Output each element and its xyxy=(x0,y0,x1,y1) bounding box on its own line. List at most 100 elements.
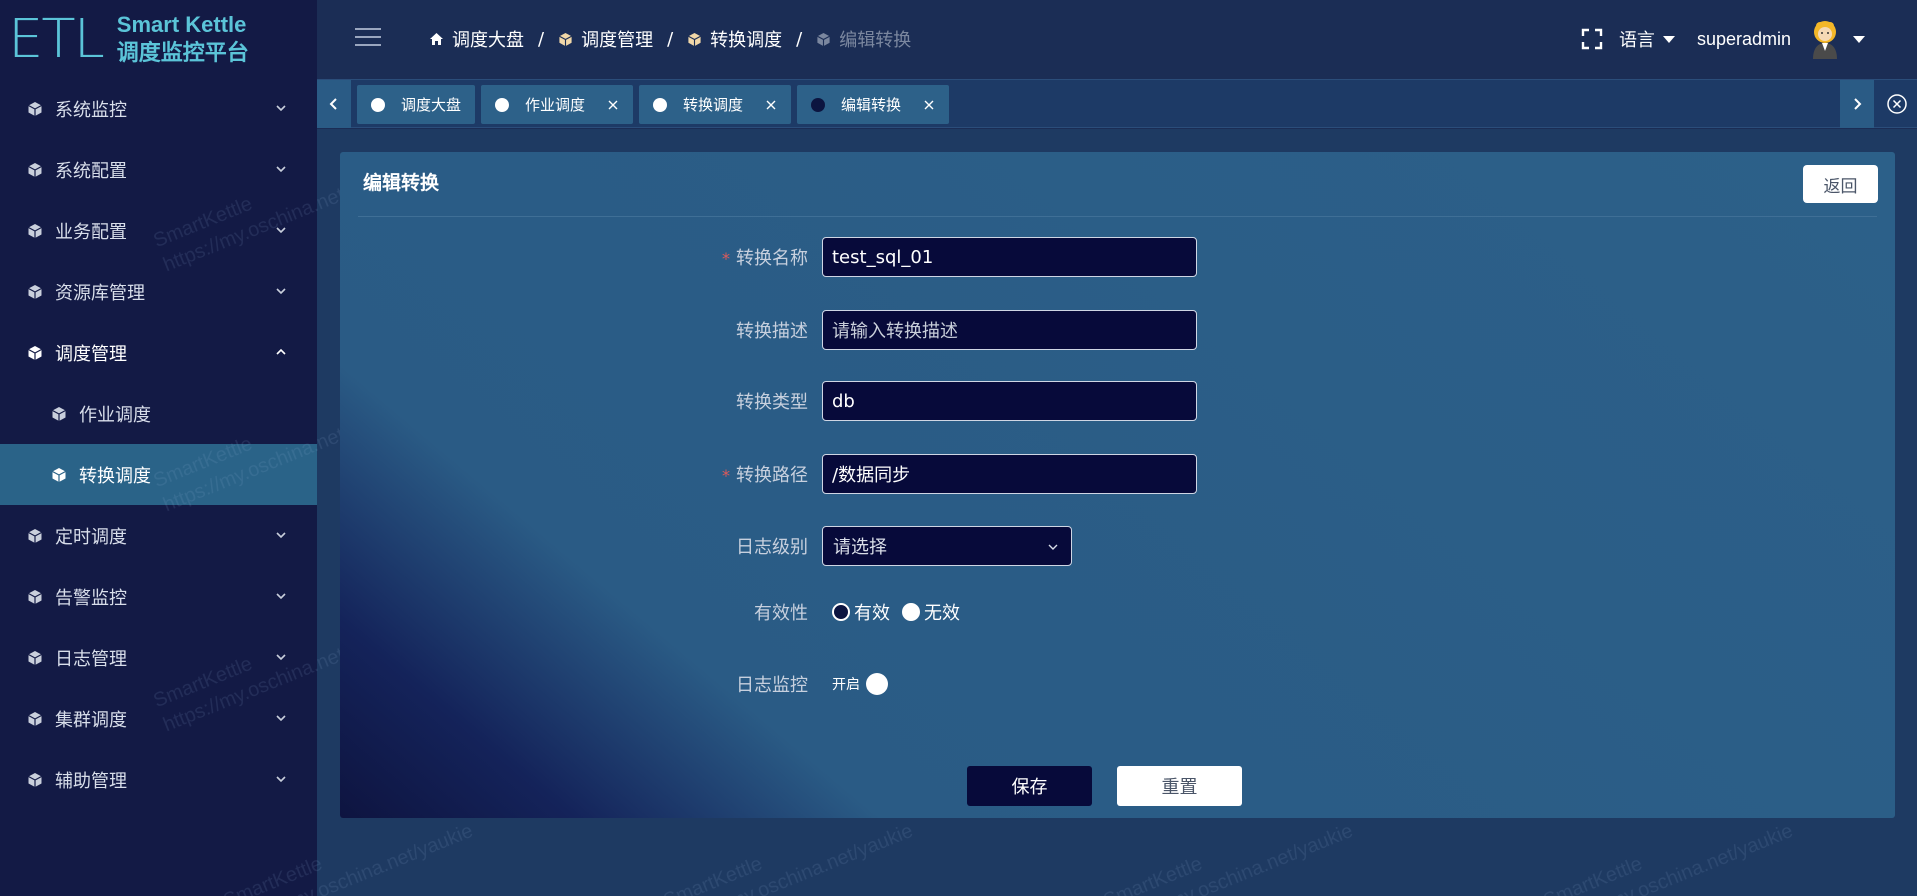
cube-icon xyxy=(52,406,66,421)
username[interactable]: superadmin xyxy=(1697,29,1791,50)
chevron-down-icon xyxy=(276,715,286,722)
caret-down-icon[interactable] xyxy=(1853,35,1865,43)
switch-label: 开启 xyxy=(832,677,860,693)
chevron-up-icon xyxy=(276,348,286,355)
cube-icon xyxy=(28,650,42,665)
tab-dashboard[interactable]: 调度大盘 xyxy=(357,85,476,124)
sidebar-item-repository[interactable]: 资源库管理 xyxy=(0,261,317,322)
transform-name-input[interactable]: test_sql_01 xyxy=(822,237,1197,277)
reset-button[interactable]: 重置 xyxy=(1117,766,1242,806)
transform-type-input[interactable]: db xyxy=(822,381,1197,421)
language-dropdown[interactable]: 语言 xyxy=(1619,26,1675,52)
radio-checked-icon xyxy=(832,603,850,621)
sidebar-item-log-management[interactable]: 日志管理 xyxy=(0,627,317,688)
form-label: 有效性 xyxy=(754,603,808,624)
form-row-type: 转换类型 db xyxy=(340,381,1197,421)
breadcrumb-item[interactable]: 转换调度 xyxy=(687,26,782,52)
save-button[interactable]: 保存 xyxy=(967,766,1092,806)
tabs-bar: 调度大盘 作业调度 转换调度 编辑转换 xyxy=(317,79,1917,128)
cube-icon xyxy=(817,32,831,46)
log-level-select[interactable]: 请选择 xyxy=(822,526,1072,566)
breadcrumb-label: 调度管理 xyxy=(581,30,654,51)
breadcrumb-label: 编辑转换 xyxy=(839,30,912,51)
chevron-down-icon xyxy=(276,593,286,600)
tab-label: 调度大盘 xyxy=(401,96,462,114)
close-icon[interactable] xyxy=(765,99,777,111)
top-header: 调度大盘 / 调度管理 / 转换调度 / 编辑转换 语言 superadmin xyxy=(317,0,1917,78)
transform-desc-input[interactable]: 请输入转换描述 xyxy=(822,310,1197,350)
sidebar-item-label: 调度管理 xyxy=(55,343,127,365)
sidebar-item-label: 告警监控 xyxy=(55,587,127,609)
cube-icon xyxy=(28,711,42,726)
chevron-down-icon xyxy=(1048,544,1058,550)
radio-valid[interactable]: 有效 xyxy=(832,599,890,625)
sidebar-item-cluster-schedule[interactable]: 集群调度 xyxy=(0,688,317,749)
sidebar-item-system-monitor[interactable]: 系统监控 xyxy=(0,78,317,139)
sidebar-item-alert-monitor[interactable]: 告警监控 xyxy=(0,566,317,627)
sidebar-item-label: 定时调度 xyxy=(55,526,127,548)
tab-scroll-left-button[interactable] xyxy=(317,80,351,128)
header-actions: 语言 superadmin xyxy=(1581,0,1865,78)
close-icon[interactable] xyxy=(923,99,935,111)
home-icon xyxy=(430,33,443,45)
sidebar: ETL Smart Kettle 调度监控平台 系统监控 系统配置 业务配置 资… xyxy=(0,0,317,896)
sidebar-item-label: 辅助管理 xyxy=(55,770,127,792)
breadcrumb-label: 转换调度 xyxy=(710,30,783,51)
fullscreen-icon[interactable] xyxy=(1581,28,1603,50)
transform-path-input[interactable]: /数据同步 xyxy=(822,454,1197,494)
breadcrumb-item[interactable]: 调度管理 xyxy=(558,26,653,52)
cube-icon xyxy=(28,772,42,787)
form-label: 日志级别 xyxy=(736,537,808,558)
cube-icon xyxy=(28,284,42,299)
sidebar-subitem-job-schedule[interactable]: 作业调度 xyxy=(0,383,317,444)
cube-icon xyxy=(28,528,42,543)
chevron-down-icon xyxy=(276,166,286,173)
chevron-down-icon xyxy=(276,288,286,295)
validity-radio-group: 有效 无效 xyxy=(822,599,972,625)
form-row-validity: 有效性 有效 无效 xyxy=(340,599,972,625)
close-icon[interactable] xyxy=(607,99,619,111)
sidebar-item-label: 业务配置 xyxy=(55,221,127,243)
cube-icon xyxy=(52,467,66,482)
tab-dot-icon xyxy=(811,97,826,112)
hamburger-menu-icon[interactable] xyxy=(355,28,381,48)
tab-transform-schedule[interactable]: 转换调度 xyxy=(639,85,792,124)
log-monitor-switch[interactable]: 开启 xyxy=(822,673,888,695)
sidebar-item-auxiliary[interactable]: 辅助管理 xyxy=(0,749,317,810)
sidebar-item-business-config[interactable]: 业务配置 xyxy=(0,200,317,261)
form-label: 转换描述 xyxy=(736,321,808,342)
back-button[interactable]: 返回 xyxy=(1803,165,1878,203)
avatar[interactable] xyxy=(1807,19,1843,59)
breadcrumb-item[interactable]: 调度大盘 xyxy=(429,26,524,52)
logo-mark: ETL xyxy=(8,8,105,71)
sidebar-item-label: 集群调度 xyxy=(55,709,127,731)
logo-title-en: Smart Kettle xyxy=(116,12,247,37)
radio-invalid[interactable]: 无效 xyxy=(902,599,960,625)
tab-scroll-right-button[interactable] xyxy=(1840,80,1874,128)
cube-icon xyxy=(688,32,702,46)
form-label: * 转换路径 xyxy=(722,465,808,486)
tab-label: 作业调度 xyxy=(525,96,586,114)
required-mark: * xyxy=(722,249,730,268)
tabs: 调度大盘 作业调度 转换调度 编辑转换 xyxy=(357,85,955,124)
sidebar-item-timed-schedule[interactable]: 定时调度 xyxy=(0,505,317,566)
tab-dot-icon xyxy=(495,97,510,112)
app-logo[interactable]: ETL Smart Kettle 调度监控平台 xyxy=(8,8,249,72)
chevron-down-icon xyxy=(276,654,286,661)
form-label: * 转换名称 xyxy=(722,248,808,269)
tab-dot-icon xyxy=(653,97,668,112)
sidebar-item-schedule-management[interactable]: 调度管理 xyxy=(0,322,317,383)
close-all-tabs-icon[interactable] xyxy=(1886,93,1908,115)
sidebar-menu: 系统监控 系统配置 业务配置 资源库管理 调度管理 作业调度 转换调度 定时调度… xyxy=(0,78,317,810)
sidebar-item-system-config[interactable]: 系统配置 xyxy=(0,139,317,200)
logo-title-cn: 调度监控平台 xyxy=(116,41,249,66)
sidebar-subitem-transform-schedule[interactable]: 转换调度 xyxy=(0,444,317,505)
breadcrumb-current: 编辑转换 xyxy=(816,26,911,52)
form-row-name: * 转换名称 test_sql_01 xyxy=(340,237,1197,277)
tab-job-schedule[interactable]: 作业调度 xyxy=(481,85,634,124)
breadcrumb-separator: / xyxy=(667,28,674,50)
tab-edit-transform[interactable]: 编辑转换 xyxy=(797,85,950,124)
language-label: 语言 xyxy=(1618,30,1655,51)
breadcrumb-separator: / xyxy=(538,28,545,50)
cube-icon xyxy=(28,223,42,238)
